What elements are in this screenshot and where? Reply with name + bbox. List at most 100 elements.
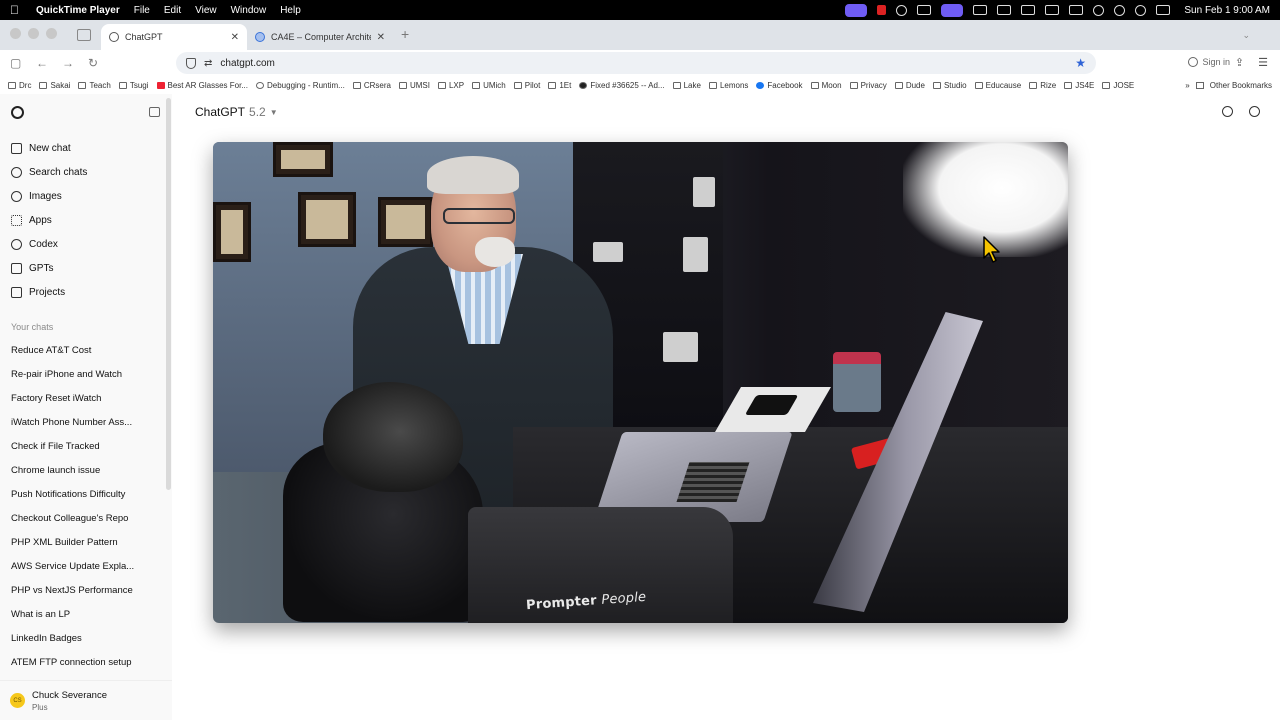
- wall-plaque: [213, 202, 251, 262]
- shield-icon[interactable]: [186, 57, 196, 69]
- bookmark-item[interactable]: CRsera: [352, 81, 391, 90]
- bookmark-item[interactable]: Drc: [8, 81, 31, 90]
- bookmark-item[interactable]: Pilot: [513, 81, 540, 90]
- chat-history-item[interactable]: Reduce AT&T Cost: [0, 338, 172, 362]
- forward-button[interactable]: →: [62, 56, 74, 70]
- new-tab-button[interactable]: +: [401, 26, 409, 42]
- bookmark-item[interactable]: JOSE: [1102, 81, 1134, 90]
- sidebar-item-projects[interactable]: Projects: [0, 280, 172, 304]
- bookmark-item[interactable]: Lemons: [708, 81, 748, 90]
- tab-overview-icon[interactable]: [77, 29, 91, 41]
- bookmark-item[interactable]: Fixed #36625 -- Ad...: [579, 81, 665, 90]
- openai-logo-icon[interactable]: [11, 105, 24, 119]
- bookmark-star-icon[interactable]: ★: [1075, 56, 1086, 70]
- model-selector[interactable]: ChatGPT 5.2 ▼: [195, 105, 278, 119]
- status-red-icon[interactable]: [877, 5, 887, 15]
- sidebar-item-images[interactable]: Images: [0, 184, 172, 208]
- bookmark-item[interactable]: Best AR Glasses For...: [156, 81, 248, 90]
- bookmark-item[interactable]: JS4E: [1064, 81, 1094, 90]
- menu-file[interactable]: File: [134, 5, 150, 16]
- chat-history-item[interactable]: What is an LP: [0, 602, 172, 626]
- chat-history-item[interactable]: Re-pair iPhone and Watch: [0, 362, 172, 386]
- chevron-right-icon[interactable]: »: [1185, 81, 1189, 90]
- other-bookmarks[interactable]: » Other Bookmarks: [1185, 81, 1272, 90]
- back-button[interactable]: ←: [36, 56, 48, 70]
- account-menu[interactable]: CS Chuck Severance Plus: [0, 680, 172, 720]
- bookmark-item[interactable]: UMich: [472, 81, 506, 90]
- chat-history-item[interactable]: Checkout Colleague's Repo: [0, 506, 172, 530]
- bookmark-item[interactable]: Sakai: [39, 81, 70, 90]
- wifi-icon[interactable]: [1093, 4, 1105, 16]
- chat-history-item[interactable]: Factory Reset iWatch: [0, 386, 172, 410]
- chat-history-item[interactable]: iWatch Phone Number Ass...: [0, 410, 172, 434]
- bookmark-item[interactable]: Tsugi: [118, 81, 149, 90]
- screen-record-icon[interactable]: [845, 3, 868, 17]
- bookmark-item[interactable]: 1Et: [548, 81, 571, 90]
- reload-button[interactable]: ↻: [88, 56, 100, 70]
- bookmark-item[interactable]: Dude: [894, 81, 925, 90]
- time-machine-icon[interactable]: [1114, 4, 1126, 16]
- bookmark-item[interactable]: Studio: [932, 81, 967, 90]
- control-center-icon[interactable]: [1156, 5, 1171, 15]
- app-tray-icon[interactable]: [973, 5, 988, 15]
- bookmark-item[interactable]: Facebook: [756, 81, 803, 90]
- url-text[interactable]: chatgpt.com: [220, 58, 1067, 69]
- temporary-chat-icon[interactable]: [1249, 106, 1260, 117]
- sidebar-item-new-chat[interactable]: New chat: [0, 136, 172, 160]
- bookmark-item[interactable]: UMSI: [398, 81, 430, 90]
- menu-app-name[interactable]: QuickTime Player: [36, 5, 120, 16]
- window-tray-icon[interactable]: [997, 5, 1012, 15]
- chat-history-item[interactable]: AWS Service Update Expla...: [0, 554, 172, 578]
- tab-close-icon[interactable]: ✕: [231, 32, 239, 43]
- menu-edit[interactable]: Edit: [164, 5, 181, 16]
- bookmark-item[interactable]: Educause: [974, 81, 1021, 90]
- menu-view[interactable]: View: [195, 5, 217, 16]
- chat-history-item[interactable]: PHP XML Builder Pattern: [0, 530, 172, 554]
- close-window-button[interactable]: [10, 28, 21, 39]
- zoom-window-button[interactable]: [46, 28, 57, 39]
- menu-clock[interactable]: Sun Feb 1 9:00 AM: [1184, 5, 1270, 16]
- tab-search-chevron-icon[interactable]: ⌄: [1242, 30, 1250, 41]
- sidebar-item-gpts[interactable]: GPTs: [0, 256, 172, 280]
- menu-help[interactable]: Help: [280, 5, 301, 16]
- sidebar-item-apps[interactable]: Apps: [0, 208, 172, 232]
- apple-menu-icon[interactable]: : [10, 3, 22, 17]
- battery-icon[interactable]: [1045, 5, 1060, 15]
- tab-close-icon[interactable]: ✕: [377, 32, 385, 43]
- minimize-window-button[interactable]: [28, 28, 39, 39]
- bookmark-item[interactable]: Moon: [810, 81, 842, 90]
- share-icon[interactable]: ⇪: [1235, 56, 1244, 69]
- sidebar-item-codex[interactable]: Codex: [0, 232, 172, 256]
- chat-history-item[interactable]: LinkedIn Badges: [0, 626, 172, 650]
- add-person-icon[interactable]: [1222, 106, 1233, 117]
- sidebar-toggle-icon[interactable]: [149, 107, 160, 117]
- battery-status-icon[interactable]: [1069, 5, 1084, 15]
- tab-chatgpt[interactable]: ChatGPT ✕: [101, 24, 247, 50]
- chat-history-item[interactable]: Push Notifications Difficulty: [0, 482, 172, 506]
- address-bar[interactable]: ⇄ chatgpt.com ★: [176, 52, 1096, 74]
- screen-mirror-icon[interactable]: [941, 3, 964, 17]
- sidebar-item-search-chats[interactable]: Search chats: [0, 160, 172, 184]
- keyboard-tray-icon[interactable]: [1021, 5, 1036, 15]
- chat-history-item[interactable]: Check if File Tracked: [0, 434, 172, 458]
- tab-ca4e[interactable]: CA4E – Computer Architecture I ✕: [247, 24, 393, 50]
- cloud-tray-icon[interactable]: [917, 5, 932, 15]
- spotlight-icon[interactable]: [1135, 4, 1147, 16]
- sidebar-scrollbar[interactable]: [166, 98, 171, 490]
- bookmark-item[interactable]: LXP: [437, 81, 464, 90]
- menu-window[interactable]: Window: [231, 5, 267, 16]
- sidebar-panel-icon[interactable]: ▢: [10, 56, 22, 70]
- bookmark-item[interactable]: Rize: [1029, 81, 1056, 90]
- chat-history-item[interactable]: ATEM FTP connection setup: [0, 650, 172, 674]
- bookmark-item[interactable]: Teach: [78, 81, 111, 90]
- chat-history-item[interactable]: Chrome launch issue: [0, 458, 172, 482]
- bookmark-item[interactable]: Debugging - Runtim...: [256, 81, 345, 90]
- youtube-icon: [156, 81, 165, 89]
- more-menu-icon[interactable]: ☰: [1258, 56, 1268, 69]
- chat-history-item[interactable]: PHP vs NextJS Performance: [0, 578, 172, 602]
- bookmark-item[interactable]: Lake: [672, 81, 701, 90]
- site-settings-icon[interactable]: ⇄: [204, 58, 212, 69]
- bookmark-item[interactable]: Privacy: [849, 81, 887, 90]
- sign-in-button[interactable]: Sign in: [1188, 57, 1230, 67]
- shield-tray-icon[interactable]: [896, 4, 908, 16]
